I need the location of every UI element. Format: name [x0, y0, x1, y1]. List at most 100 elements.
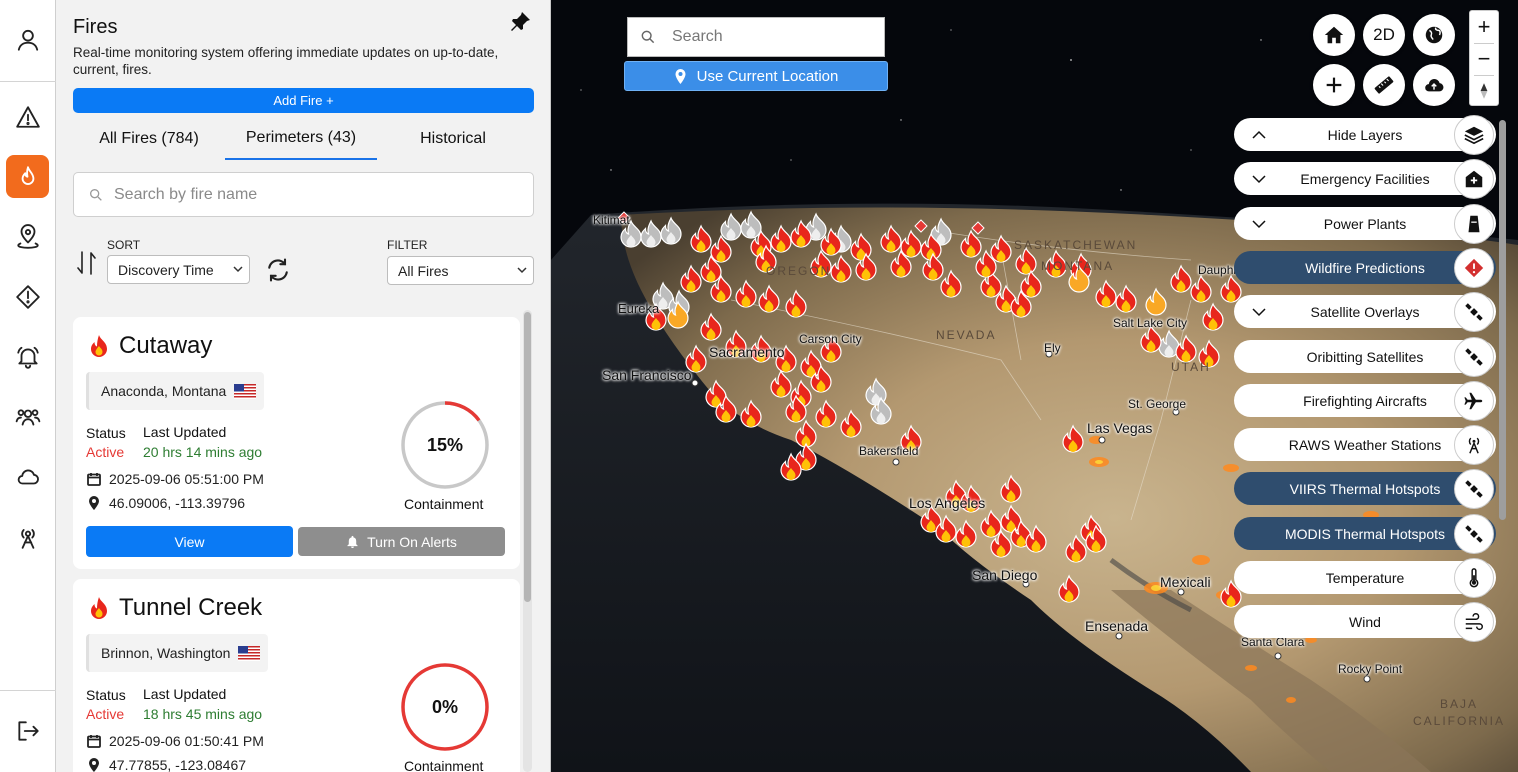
pin-icon[interactable] — [508, 10, 532, 34]
layers-icon[interactable] — [1454, 115, 1494, 155]
layer-label: Oribitting Satellites — [1306, 348, 1424, 365]
upload-button[interactable] — [1413, 64, 1455, 106]
cloud-icon[interactable] — [6, 455, 49, 498]
power-plant-icon[interactable] — [1454, 204, 1494, 244]
satellite-icon[interactable] — [1454, 469, 1494, 509]
layer-label: Temperature — [1325, 569, 1405, 586]
map-region-label: OREGON — [766, 264, 832, 278]
location-pin-icon — [675, 68, 686, 84]
plus-icon — [1326, 77, 1342, 93]
zoom-out-button[interactable]: − — [1470, 43, 1498, 74]
fire-coordinates: 47.77855, -123.08467 — [87, 757, 246, 772]
map-label: Kitimat — [593, 213, 630, 227]
chevron-down-icon[interactable] — [1252, 172, 1266, 186]
satellite-icon[interactable] — [1454, 337, 1494, 377]
warning-diamond-icon[interactable] — [6, 275, 49, 318]
wind-icon[interactable] — [1454, 602, 1494, 642]
tab-all-fires[interactable]: All Fires (784) — [86, 118, 212, 160]
flame-icon — [91, 597, 107, 619]
alert-triangle-icon[interactable] — [6, 95, 49, 138]
users-icon[interactable] — [6, 395, 49, 438]
last-updated-value: 20 hrs 14 mins ago — [143, 444, 263, 460]
add-fire-button[interactable]: Add Fire + — [73, 88, 534, 113]
fire-location: Anaconda, Montana — [101, 383, 227, 399]
fires-panel: Fires Real-time monitoring system offeri… — [56, 0, 551, 772]
antenna-icon[interactable] — [6, 515, 49, 558]
map-view[interactable]: Kitimat Eureka San Francisco Sacramento … — [551, 0, 1518, 772]
location-pin-icon — [89, 758, 99, 772]
profile-icon[interactable] — [6, 18, 49, 61]
antenna-icon[interactable] — [1454, 425, 1494, 465]
refresh-icon[interactable] — [264, 256, 292, 284]
containment-percent: 15% — [426, 435, 464, 455]
us-flag-icon — [238, 645, 261, 661]
layer-label: Wildfire Predictions — [1305, 259, 1425, 276]
bell-icon[interactable] — [6, 335, 49, 378]
chevron-down-icon[interactable] — [1252, 217, 1266, 231]
map-label: Ely — [1044, 341, 1061, 355]
sort-select[interactable]: Discovery Time — [107, 255, 250, 284]
satellite-icon[interactable] — [1454, 292, 1494, 332]
zoom-in-button[interactable]: + — [1470, 11, 1498, 42]
fire-date: 2025-09-06 05:51:00 PM — [87, 471, 264, 487]
globe-button[interactable] — [1413, 14, 1455, 56]
status-value: Active — [86, 444, 125, 460]
map-pin-icon[interactable] — [6, 215, 49, 258]
map-region-label: UTAH — [1171, 360, 1211, 374]
compass-icon — [1480, 82, 1488, 99]
layer-label: MODIS Thermal Hotspots — [1284, 525, 1445, 542]
containment-percent: 0% — [431, 697, 458, 717]
use-current-location-button[interactable]: Use Current Location — [624, 61, 888, 91]
turn-on-alerts-button[interactable]: Turn On Alerts — [298, 527, 505, 556]
chevron-down-icon[interactable] — [1252, 305, 1266, 319]
layer-label: Firefighting Aircrafts — [1303, 392, 1427, 409]
airplane-icon[interactable] — [1454, 381, 1494, 421]
status-label: Status — [86, 687, 126, 703]
tab-perimeters[interactable]: Perimeters (43) — [225, 118, 377, 160]
filter-select-value: All Fires — [398, 262, 449, 279]
map-label: Las Vegas — [1087, 420, 1153, 436]
compass-button[interactable] — [1470, 75, 1498, 106]
hospital-icon[interactable] — [1454, 159, 1494, 199]
bell-icon — [347, 535, 358, 548]
view-button[interactable]: View — [86, 526, 293, 557]
panel-description: Real-time monitoring system offering imm… — [73, 45, 499, 77]
panel-scrollbar-thumb[interactable] — [524, 312, 531, 602]
measure-button[interactable] — [1363, 64, 1405, 106]
fire-icon[interactable] — [6, 155, 49, 198]
map-label: Rocky Point — [1338, 662, 1403, 676]
satellite-icon[interactable] — [1454, 514, 1494, 554]
layer-label: Wind — [1349, 613, 1381, 630]
filter-select[interactable]: All Fires — [387, 256, 534, 285]
add-button[interactable] — [1313, 64, 1355, 106]
panel-title: Fires — [73, 16, 118, 38]
status-value: Active — [86, 706, 125, 722]
home-button[interactable] — [1313, 14, 1355, 56]
chevron-down-icon — [233, 266, 243, 273]
fire-search-input[interactable] — [114, 185, 514, 204]
location-chip: Brinnon, Washington — [86, 634, 269, 672]
map-search-input[interactable] — [672, 28, 872, 46]
icon-rail — [0, 0, 56, 772]
chevron-up-icon[interactable] — [1252, 128, 1266, 142]
warning-diamond-icon[interactable] — [1454, 248, 1494, 288]
sort-select-value: Discovery Time — [118, 261, 214, 278]
layer-label: Satellite Overlays — [1310, 303, 1420, 320]
fire-card: Tunnel Creek Brinnon, Washington Status … — [73, 579, 520, 772]
sort-icon[interactable] — [76, 250, 98, 276]
cloud-upload-icon — [1425, 79, 1444, 92]
fire-name: Cutaway — [119, 332, 213, 359]
layers-scrollbar[interactable] — [1499, 120, 1506, 520]
sort-label: SORT — [107, 238, 141, 252]
tab-historical[interactable]: Historical — [396, 118, 510, 160]
fire-location: Brinnon, Washington — [101, 645, 231, 661]
home-icon — [1324, 26, 1344, 44]
logout-icon[interactable] — [6, 709, 49, 752]
search-icon — [641, 30, 655, 44]
ruler-icon — [1374, 76, 1394, 94]
2d-mode-button[interactable]: 2D — [1363, 14, 1405, 56]
map-label: Mexicali — [1160, 574, 1211, 590]
fire-name: Tunnel Creek — [119, 594, 263, 621]
layer-label: Emergency Facilities — [1300, 170, 1430, 187]
thermometer-icon[interactable] — [1454, 558, 1494, 598]
